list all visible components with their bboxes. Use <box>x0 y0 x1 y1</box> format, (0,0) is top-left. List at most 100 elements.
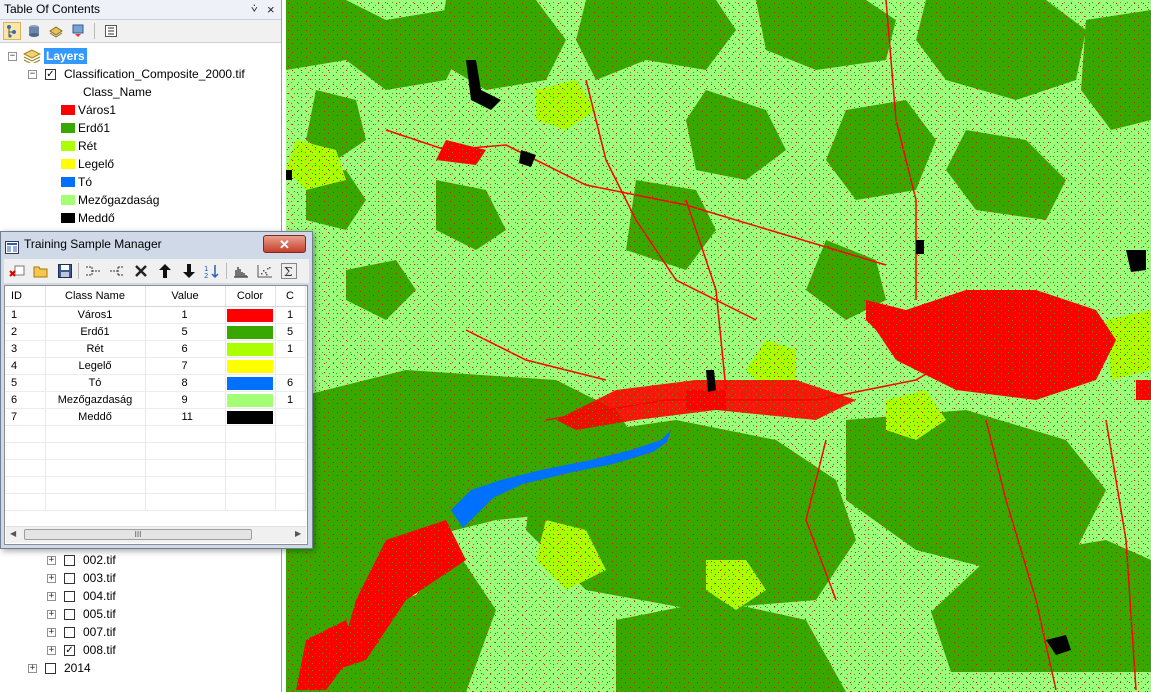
tree-node-raster[interactable]: +007.tif <box>47 623 247 641</box>
cell-color[interactable] <box>225 408 276 426</box>
merge-icon[interactable] <box>82 261 103 281</box>
cell-count[interactable]: 1 <box>275 391 306 409</box>
training-sample-manager-window[interactable]: Training Sample Manager ✕ 1 2 Σ ID Class… <box>0 231 313 549</box>
close-button[interactable]: ✕ <box>263 235 306 253</box>
legend-swatch[interactable] <box>61 159 75 169</box>
tree-node-2014[interactable]: + 2014 <box>28 659 228 677</box>
cell-color[interactable] <box>225 374 276 392</box>
collapse-toggle[interactable]: − <box>28 70 37 79</box>
expand-toggle[interactable]: + <box>47 592 56 601</box>
cell-id[interactable]: 3 <box>5 340 46 358</box>
layer-name[interactable]: 002.tif <box>83 551 116 569</box>
layer-name[interactable]: 008.tif <box>83 641 116 659</box>
layer-name[interactable]: 004.tif <box>83 587 116 605</box>
histogram-icon[interactable] <box>230 261 251 281</box>
layer-name[interactable]: Classification_Composite_2000.tif <box>64 65 245 83</box>
cell-count[interactable] <box>275 408 306 426</box>
cell-class-name[interactable]: Erdő1 <box>45 323 146 341</box>
layer-visibility-checkbox[interactable]: ✓ <box>45 69 56 80</box>
scroll-right-icon[interactable]: ▶ <box>295 529 301 538</box>
cell-value[interactable]: 5 <box>145 323 226 341</box>
scatterplot-icon[interactable] <box>254 261 275 281</box>
cell-value[interactable]: 6 <box>145 340 226 358</box>
cell-id[interactable]: 6 <box>5 391 46 409</box>
collapse-toggle[interactable]: − <box>8 52 17 61</box>
column-header-color[interactable]: Color <box>225 286 276 307</box>
split-icon[interactable] <box>106 261 127 281</box>
layer-name[interactable]: 007.tif <box>83 623 116 641</box>
expand-toggle[interactable]: + <box>47 610 56 619</box>
close-icon[interactable]: × <box>267 0 275 19</box>
cell-color[interactable] <box>225 357 276 375</box>
cell-class-name[interactable]: Tó <box>45 374 146 392</box>
move-up-icon[interactable] <box>154 261 175 281</box>
tree-node-classification-layer[interactable]: − ✓ Classification_Composite_2000.tif <box>28 65 278 83</box>
table-row[interactable]: 6 Mezőgazdaság 9 1 <box>5 391 306 409</box>
cell-color[interactable] <box>225 340 276 358</box>
list-by-source-icon[interactable] <box>25 22 43 40</box>
statistics-icon[interactable]: Σ <box>278 261 299 281</box>
column-header-id[interactable]: ID <box>5 286 46 307</box>
color-swatch[interactable] <box>227 308 273 322</box>
delete-icon[interactable] <box>6 261 27 281</box>
cell-value[interactable]: 8 <box>145 374 226 392</box>
table-row[interactable]: 7 Meddő 11 <box>5 408 306 426</box>
color-swatch[interactable] <box>227 393 273 407</box>
cell-id[interactable]: 5 <box>5 374 46 392</box>
cell-color[interactable] <box>225 391 276 409</box>
table-row[interactable]: 4 Legelő 7 <box>5 357 306 375</box>
cell-value[interactable]: 1 <box>145 306 226 324</box>
remove-icon[interactable] <box>130 261 151 281</box>
cell-color[interactable] <box>225 306 276 324</box>
scroll-thumb[interactable]: III <box>24 529 252 540</box>
table-row[interactable]: 1 Város1 1 1 <box>5 306 306 324</box>
tree-node-raster[interactable]: +002.tif <box>47 551 247 569</box>
cell-class-name[interactable]: Meddő <box>45 408 146 426</box>
layer-visibility-checkbox[interactable] <box>64 573 75 584</box>
layers-label[interactable]: Layers <box>44 48 87 64</box>
table-row[interactable]: 5 Tó 8 6 <box>5 374 306 392</box>
legend-swatch[interactable] <box>61 177 75 187</box>
tree-node-raster[interactable]: +004.tif <box>47 587 247 605</box>
options-icon[interactable] <box>102 22 120 40</box>
list-by-drawing-order-icon[interactable] <box>3 22 21 40</box>
expand-toggle[interactable]: + <box>47 646 56 655</box>
layer-name[interactable]: 005.tif <box>83 605 116 623</box>
tree-node-raster[interactable]: + ✓ 008.tif <box>47 641 247 659</box>
cell-count[interactable]: 1 <box>275 340 306 358</box>
cell-count[interactable] <box>275 357 306 375</box>
tree-node-layers[interactable]: − Layers <box>8 47 278 65</box>
cell-id[interactable]: 4 <box>5 357 46 375</box>
column-header-count[interactable]: C <box>275 286 306 307</box>
move-down-icon[interactable] <box>178 261 199 281</box>
layer-visibility-checkbox[interactable] <box>64 591 75 602</box>
cell-count[interactable]: 1 <box>275 306 306 324</box>
training-samples-grid[interactable]: ID Class Name Value Color C 1 Város1 1 1 2 Er… <box>4 285 308 545</box>
tsm-title-bar[interactable]: Training Sample Manager ✕ <box>1 232 312 257</box>
reset-order-icon[interactable]: 12 <box>202 261 223 281</box>
table-row[interactable]: 2 Erdő1 5 5 <box>5 323 306 341</box>
layer-visibility-checkbox[interactable] <box>64 555 75 566</box>
color-swatch[interactable] <box>227 359 273 373</box>
layer-visibility-checkbox[interactable] <box>64 627 75 638</box>
scroll-left-icon[interactable]: ◀ <box>10 529 16 538</box>
table-row[interactable]: 3 Rét 6 1 <box>5 340 306 358</box>
color-swatch[interactable] <box>227 342 273 356</box>
color-swatch[interactable] <box>227 410 273 424</box>
cell-value[interactable]: 11 <box>145 408 226 426</box>
column-header-value[interactable]: Value <box>145 286 226 307</box>
cell-color[interactable] <box>225 323 276 341</box>
cell-id[interactable]: 1 <box>5 306 46 324</box>
cell-id[interactable]: 7 <box>5 408 46 426</box>
color-swatch[interactable] <box>227 376 273 390</box>
expand-toggle[interactable]: + <box>28 664 37 673</box>
open-icon[interactable] <box>30 261 51 281</box>
horizontal-scrollbar[interactable]: ◀ III ▶ <box>6 526 306 543</box>
cell-value[interactable]: 9 <box>145 391 226 409</box>
cell-class-name[interactable]: Legelő <box>45 357 146 375</box>
map-view[interactable] <box>286 0 1151 692</box>
tree-node-raster[interactable]: +003.tif <box>47 569 247 587</box>
layer-visibility-checkbox[interactable] <box>64 609 75 620</box>
column-header-class-name[interactable]: Class Name <box>45 286 146 307</box>
cell-count[interactable]: 5 <box>275 323 306 341</box>
